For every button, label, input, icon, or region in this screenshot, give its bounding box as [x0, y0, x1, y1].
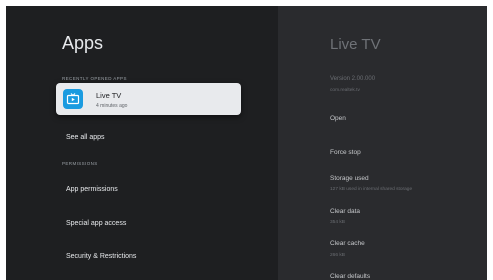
clear-data-button[interactable]: Clear data	[330, 208, 360, 215]
clear-cache-button[interactable]: Clear cache	[330, 240, 365, 247]
clear-defaults-button[interactable]: Clear defaults	[330, 273, 370, 280]
force-stop-button[interactable]: Force stop	[330, 149, 361, 156]
see-all-apps-item[interactable]: See all apps	[66, 134, 105, 141]
recent-app-live-tv[interactable]: Live TV 4 minutes ago	[56, 83, 241, 115]
clear-data-size: 354 kB	[330, 220, 345, 225]
app-name: Live TV	[96, 91, 122, 100]
security-restrictions-item[interactable]: Security & Restrictions	[66, 253, 136, 260]
app-version: Version 2.00.000	[330, 76, 376, 82]
apps-panel	[6, 6, 278, 280]
clear-cache-size: 266 kB	[330, 253, 345, 258]
recent-apps-label: RECENTLY OPENED APPS	[62, 76, 127, 81]
app-package: com.realtek.tv	[330, 88, 360, 93]
special-app-access-item[interactable]: Special app access	[66, 220, 126, 227]
app-permissions-item[interactable]: App permissions	[66, 186, 118, 193]
storage-used-desc: 127 kB used in internal shared storage	[330, 187, 413, 192]
storage-used-item[interactable]: Storage used	[330, 175, 369, 182]
tv-icon	[63, 89, 83, 109]
app-detail-panel	[278, 6, 487, 280]
page-title: Apps	[62, 33, 104, 53]
detail-title: Live TV	[330, 36, 381, 53]
permissions-label: PERMISSIONS	[62, 161, 98, 166]
app-last-used: 4 minutes ago	[96, 103, 128, 109]
open-button[interactable]: Open	[330, 115, 346, 122]
